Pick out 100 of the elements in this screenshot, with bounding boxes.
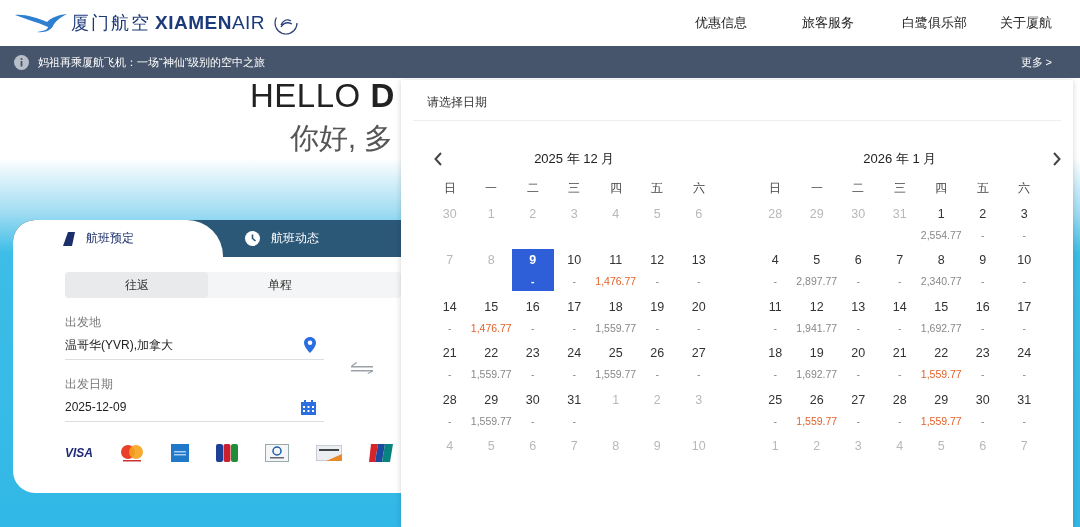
weekday-label: 三 [892, 179, 907, 197]
notice-link[interactable]: 妈祖再乘厦航飞机：一场“神仙”级别的空中之旅 [38, 54, 266, 70]
date-cell[interactable]: 27 - [678, 342, 720, 384]
date-cell[interactable]: 11 1,476.77 [595, 249, 637, 291]
tail-fin-icon [63, 231, 75, 246]
chevron-left-icon[interactable] [434, 152, 442, 166]
date-cell[interactable]: 26 1,559.77 [796, 388, 838, 431]
date-cell-text: 8 [611, 438, 621, 455]
date-cell-text: 6 [694, 205, 704, 223]
weekday-label: 二 [851, 179, 866, 197]
card-brand-icon [369, 444, 393, 462]
date-cell[interactable]: 17 - [1003, 295, 1045, 338]
date-cell[interactable]: 29 1,559.77 [920, 388, 962, 431]
date-cell[interactable]: 14 - [429, 295, 471, 338]
date-cell[interactable]: 12 1,941.77 [796, 295, 838, 338]
input-field[interactable]: 温哥华(YVR),加拿大 [65, 331, 324, 360]
date-cell[interactable]: 9 - [962, 249, 1004, 291]
nav-link[interactable]: 关于厦航 [988, 14, 1080, 32]
date-cell[interactable]: 13 - [837, 295, 879, 338]
nav-link[interactable]: 旅客服务 [774, 14, 881, 32]
date-cell[interactable]: 23 - [512, 342, 554, 384]
date-cell-text: 9 [652, 438, 662, 455]
date-cell[interactable]: 28 - [429, 388, 471, 431]
date-cell[interactable]: 4 - [754, 249, 796, 291]
date-cell[interactable]: 9 - [512, 249, 554, 291]
weekday-label: 六 [1017, 179, 1032, 197]
date-cell[interactable]: 16 - [962, 295, 1004, 338]
date-cell[interactable]: 17 - [553, 295, 595, 338]
date-cell[interactable]: 26 - [636, 342, 678, 384]
weekday-label: 日 [442, 179, 457, 197]
date-cell[interactable]: 13 - [678, 249, 720, 291]
date-cell[interactable]: 28 - [879, 388, 921, 431]
date-cell[interactable]: 18 1,559.77 [595, 295, 637, 338]
date-cell[interactable]: 5 2,897.77 [796, 249, 838, 291]
date-cell[interactable]: 10 - [1003, 249, 1045, 291]
date-cell[interactable]: 7 - [879, 249, 921, 291]
date-cell[interactable]: 31 - [553, 388, 595, 431]
date-cell[interactable]: 3 - [1003, 202, 1045, 245]
date-cell[interactable]: 8 2,340.77 [920, 249, 962, 291]
month-title: 2026 年 1 月 [863, 150, 937, 168]
weekday-label: 四 [608, 179, 623, 197]
date-cell[interactable]: 21 - [429, 342, 471, 384]
date-cell-text: 3 [853, 438, 863, 455]
date-cell-text: 30 [850, 205, 867, 223]
weekday-label: 六 [691, 179, 706, 197]
more-link[interactable]: 更多 > [1020, 54, 1052, 70]
weekday-label: 一 [809, 179, 824, 197]
tab[interactable]: 航班动态 [223, 220, 319, 257]
date-cell-text: 28 [767, 205, 784, 223]
date-cell[interactable]: 15 1,692.77 [920, 295, 962, 338]
weekday-label: 四 [934, 179, 949, 197]
trip-type-option[interactable]: 往返 [65, 272, 208, 298]
date-cell[interactable]: 21 - [879, 342, 921, 384]
date-cell[interactable]: 30 - [512, 388, 554, 431]
date-cell-text: 2 [652, 391, 662, 409]
date-cell-text: 1 [770, 438, 780, 455]
date-cell[interactable]: 20 - [837, 342, 879, 384]
map-pin-icon [304, 337, 316, 353]
date-cell-text: 2 [528, 205, 538, 223]
weekday-label: 二 [525, 179, 540, 197]
date-cell[interactable]: 11 - [754, 295, 796, 338]
date-cell[interactable]: 14 - [879, 295, 921, 338]
date-cell[interactable]: 25 - [754, 388, 796, 431]
date-cell[interactable]: 27 - [837, 388, 879, 431]
date-cell[interactable]: 2 - [962, 202, 1004, 245]
swap-icon[interactable] [351, 362, 373, 374]
date-cell[interactable]: 19 - [636, 295, 678, 338]
date-cell[interactable]: 20 - [678, 295, 720, 338]
nav-link[interactable]: 白鹭俱乐部 [881, 14, 988, 32]
date-cell[interactable]: 12 - [636, 249, 678, 291]
tab[interactable]: 航班预定 [13, 220, 223, 257]
date-cell-text: 4 [895, 438, 905, 455]
date-cell[interactable]: 25 1,559.77 [595, 342, 637, 384]
airline-name: 厦门航空 [71, 12, 151, 35]
card-brand-icon [216, 444, 238, 462]
date-cell[interactable]: 30 - [962, 388, 1004, 431]
date-cell[interactable]: 24 - [553, 342, 595, 384]
date-cell[interactable]: 1 2,554.77 [920, 202, 962, 245]
date-cell[interactable]: 15 1,476.77 [470, 295, 512, 338]
nav-link[interactable]: 优惠信息 [667, 14, 774, 32]
hero-subheading: 你好, 多 [289, 121, 395, 156]
date-cell[interactable]: 23 - [962, 342, 1004, 384]
date-cell[interactable]: 22 1,559.77 [470, 342, 512, 384]
date-cell[interactable]: 19 1,692.77 [796, 342, 838, 384]
input-field[interactable]: 2025-12-09 [65, 393, 324, 422]
bird-logo-icon [15, 12, 67, 34]
date-cell[interactable]: 29 1,559.77 [470, 388, 512, 431]
date-cell-text: 1 [611, 391, 621, 409]
chevron-right-icon[interactable] [1053, 152, 1061, 166]
date-cell[interactable]: 6 - [837, 249, 879, 291]
date-cell[interactable]: 10 - [553, 249, 595, 291]
field-label: 出发日期 [65, 376, 114, 393]
date-cell[interactable]: 22 1,559.77 [920, 342, 962, 384]
date-cell[interactable]: 16 - [512, 295, 554, 338]
weekday-label: 一 [484, 179, 499, 197]
trip-type-option[interactable]: 单程 [208, 272, 351, 298]
date-cell[interactable]: 31 - [1003, 388, 1045, 431]
date-cell[interactable]: 24 - [1003, 342, 1045, 384]
date-cell-text: 6 [978, 438, 988, 455]
date-cell[interactable]: 18 - [754, 342, 796, 384]
